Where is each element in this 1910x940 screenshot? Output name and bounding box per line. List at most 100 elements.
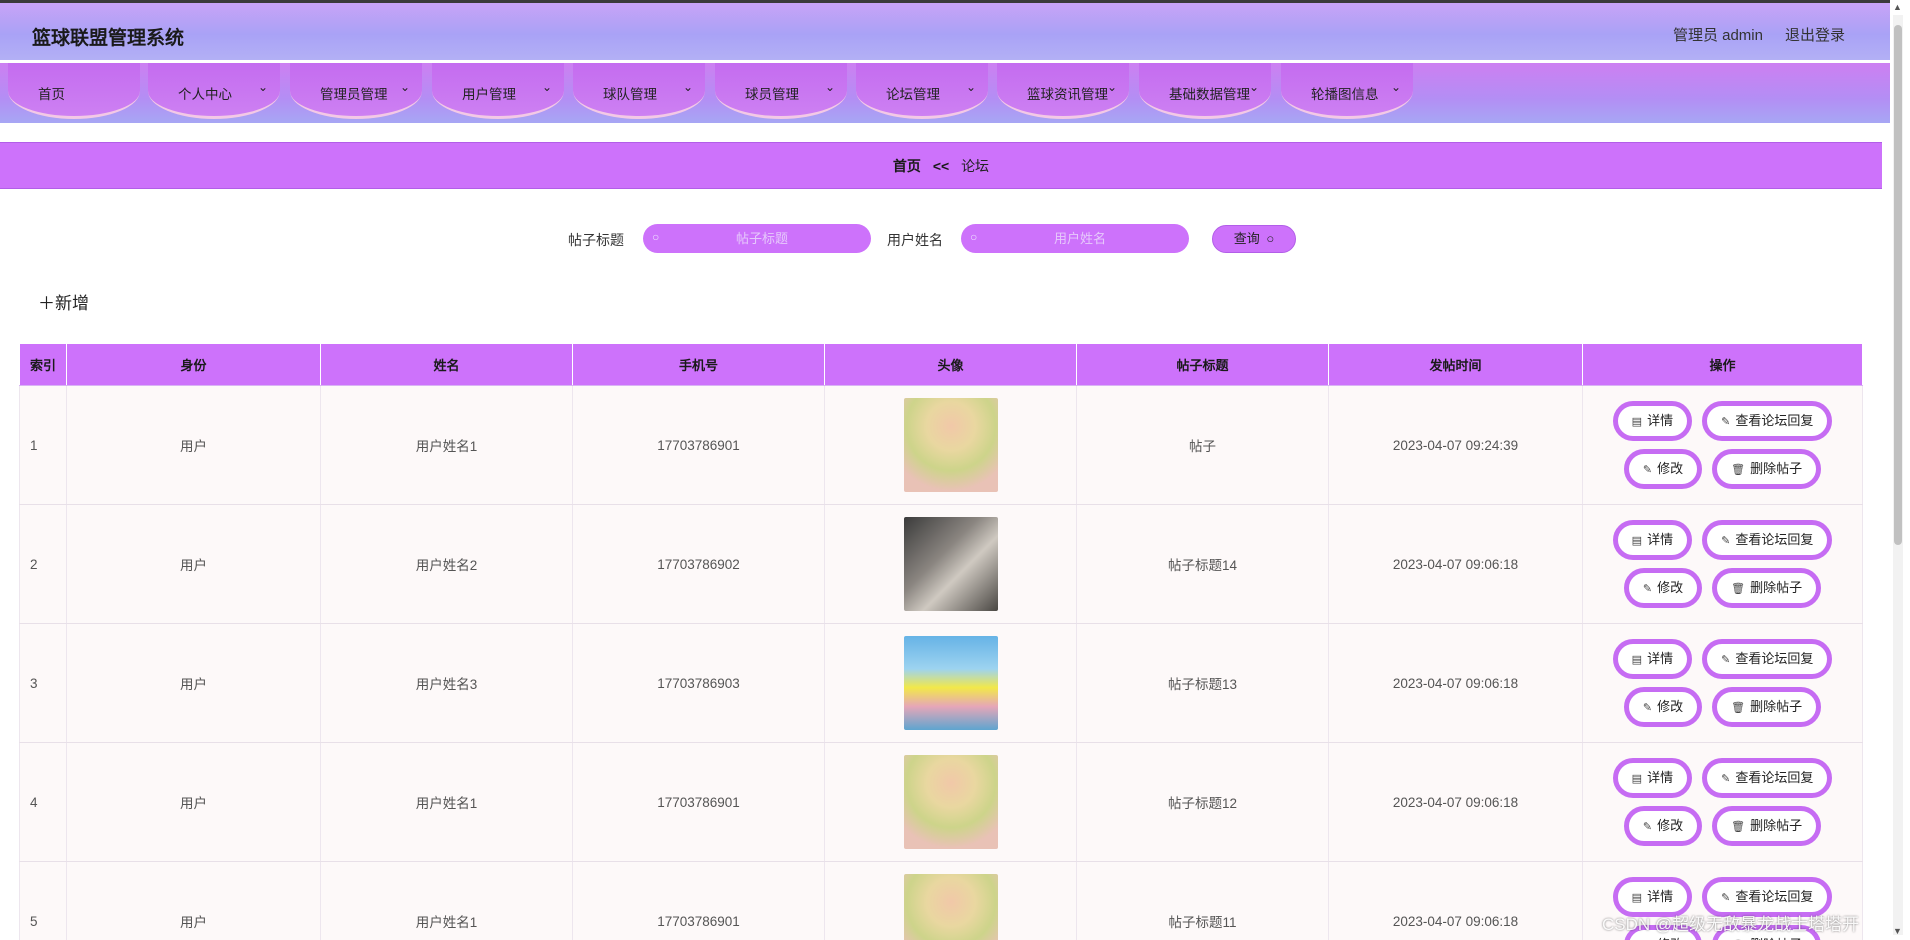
cell-post-title: 帖子标题12 [1076, 742, 1329, 862]
nav-item-news-management[interactable]: 篮球资讯管理 ⌄ [997, 63, 1129, 119]
search-icon: ○ [970, 230, 978, 244]
cell-post-time: 2023-04-07 09:06:18 [1328, 504, 1583, 624]
cell-post-title: 帖子标题11 [1076, 861, 1329, 940]
chevron-down-icon: ⌄ [1106, 80, 1117, 94]
post-title-label: 帖子标题 [568, 232, 624, 248]
nav-item-base-data-management[interactable]: 基础数据管理 ⌄ [1139, 63, 1271, 119]
breadcrumb-home[interactable]: 首页 [893, 158, 921, 174]
cell-avatar [824, 861, 1077, 940]
detail-button[interactable]: ▤ 详情 [1612, 758, 1693, 798]
page-scrollbar[interactable] [1893, 15, 1903, 935]
trash-icon: 🗑 [1731, 583, 1746, 595]
current-user[interactable]: 管理员 admin [1673, 24, 1763, 45]
cell-actions: ▤ 详情 ✎ 查看论坛回复 ✎ 修改 🗑 删除帖子 [1582, 504, 1863, 624]
column-header: 手机号 [572, 343, 825, 386]
breadcrumb: 首页 << 论坛 [0, 142, 1882, 189]
view-replies-button[interactable]: ✎ 查看论坛回复 [1702, 401, 1833, 441]
detail-button-label: 详情 [1647, 651, 1674, 666]
delete-post-button[interactable]: 🗑 删除帖子 [1712, 449, 1822, 489]
cell-post-title: 帖子标题14 [1076, 504, 1329, 624]
edit-button-label: 修改 [1657, 580, 1684, 595]
column-header: 姓名 [320, 343, 573, 386]
cell-name: 用户姓名2 [320, 504, 573, 624]
table-row: 1 用户 用户姓名1 17703786901 帖子 2023-04-07 09:… [19, 385, 1863, 505]
chevron-down-icon: ⌄ [541, 80, 552, 94]
cell-index: 3 [19, 623, 67, 743]
view-replies-button-label: 查看论坛回复 [1735, 413, 1814, 428]
document-icon: ▤ [1631, 654, 1643, 666]
pencil-icon: ✎ [1721, 892, 1731, 904]
pencil-icon: ✎ [1642, 583, 1653, 595]
column-header: 发帖时间 [1328, 343, 1583, 386]
cell-post-title: 帖子标题13 [1076, 623, 1329, 743]
nav-item-team-management[interactable]: 球队管理 ⌄ [573, 63, 705, 119]
nav-item-admin-management[interactable]: 管理员管理 ⌄ [290, 63, 422, 119]
scrollbar-thumb[interactable] [1894, 25, 1902, 545]
pencil-icon: ✎ [1721, 773, 1731, 785]
nav-item-label: 首页 [38, 87, 65, 102]
nav-item-user-management[interactable]: 用户管理 ⌄ [432, 63, 564, 119]
header-user-area: 管理员 admin 退出登录 [1673, 24, 1845, 45]
nav-item-label: 论坛管理 [886, 87, 940, 102]
cell-avatar [824, 385, 1077, 505]
delete-post-button[interactable]: 🗑 删除帖子 [1712, 687, 1822, 727]
user-name-label: 用户姓名 [887, 232, 943, 248]
table-header-row: 索引 身份 姓名 手机号 头像 帖子标题 发帖时间 操作 [19, 343, 1863, 386]
table-row: 3 用户 用户姓名3 17703786903 帖子标题13 2023-04-07… [19, 623, 1863, 743]
cell-index: 4 [19, 742, 67, 862]
post-title-search[interactable]: ○ [643, 224, 871, 253]
logout-link[interactable]: 退出登录 [1785, 24, 1845, 45]
table-row: 4 用户 用户姓名1 17703786901 帖子标题12 2023-04-07… [19, 742, 1863, 862]
detail-button[interactable]: ▤ 详情 [1612, 520, 1693, 560]
nav-item-carousel-info[interactable]: 轮播图信息 ⌄ [1281, 63, 1413, 119]
cell-actions: ▤ 详情 ✎ 查看论坛回复 ✎ 修改 🗑 删除帖子 [1582, 385, 1863, 505]
query-button[interactable]: 查询 ○ [1212, 225, 1296, 253]
cell-phone: 17703786902 [572, 504, 825, 624]
nav-item-label: 个人中心 [178, 87, 232, 102]
main-nav: 首页 个人中心 ⌄ 管理员管理 ⌄ 用户管理 ⌄ 球队管理 ⌄ 球员管理 ⌄ 论… [0, 63, 1890, 123]
cell-role: 用户 [66, 504, 321, 624]
nav-item-player-management[interactable]: 球员管理 ⌄ [715, 63, 847, 119]
edit-button[interactable]: ✎ 修改 [1623, 568, 1703, 608]
avatar [903, 636, 998, 730]
post-title-input[interactable] [667, 227, 857, 250]
cell-name: 用户姓名1 [320, 861, 573, 940]
view-replies-button[interactable]: ✎ 查看论坛回复 [1702, 639, 1833, 679]
detail-button-label: 详情 [1647, 770, 1674, 785]
user-name-input[interactable] [985, 227, 1175, 250]
pencil-icon: ✎ [1642, 464, 1653, 476]
chevron-down-icon: ⌄ [1248, 80, 1259, 94]
detail-button-label: 详情 [1647, 889, 1674, 904]
edit-button[interactable]: ✎ 修改 [1623, 449, 1703, 489]
view-replies-button-label: 查看论坛回复 [1735, 651, 1814, 666]
user-name-search[interactable]: ○ [961, 224, 1189, 253]
scroll-up-arrow-icon[interactable]: ▲ [1893, 2, 1902, 12]
delete-post-button[interactable]: 🗑 删除帖子 [1712, 806, 1822, 846]
scroll-down-arrow-icon[interactable]: ▼ [1893, 926, 1902, 936]
breadcrumb-separator: << [932, 158, 950, 174]
cell-post-time: 2023-04-07 09:24:39 [1328, 385, 1583, 505]
cell-phone: 17703786901 [572, 385, 825, 505]
avatar [903, 874, 998, 940]
add-button-label: 新增 [55, 294, 89, 313]
nav-item-label: 基础数据管理 [1169, 87, 1250, 102]
add-button[interactable]: ＋新增 [38, 289, 89, 314]
edit-button[interactable]: ✎ 修改 [1623, 687, 1703, 727]
cell-phone: 17703786903 [572, 623, 825, 743]
delete-post-button[interactable]: 🗑 删除帖子 [1712, 568, 1822, 608]
trash-icon: 🗑 [1731, 702, 1746, 714]
column-header: 头像 [824, 343, 1077, 386]
edit-button-label: 修改 [1657, 461, 1684, 476]
delete-post-button-label: 删除帖子 [1750, 461, 1803, 476]
detail-button[interactable]: ▤ 详情 [1612, 401, 1693, 441]
pencil-icon: ✎ [1642, 821, 1653, 833]
edit-button[interactable]: ✎ 修改 [1623, 806, 1703, 846]
nav-item-forum-management[interactable]: 论坛管理 ⌄ [856, 63, 988, 119]
nav-item-home[interactable]: 首页 [8, 63, 140, 119]
view-replies-button[interactable]: ✎ 查看论坛回复 [1702, 758, 1833, 798]
view-replies-button[interactable]: ✎ 查看论坛回复 [1702, 520, 1833, 560]
cell-index: 2 [19, 504, 67, 624]
detail-button[interactable]: ▤ 详情 [1612, 639, 1693, 679]
cell-name: 用户姓名1 [320, 742, 573, 862]
nav-item-personal-center[interactable]: 个人中心 ⌄ [148, 63, 280, 119]
